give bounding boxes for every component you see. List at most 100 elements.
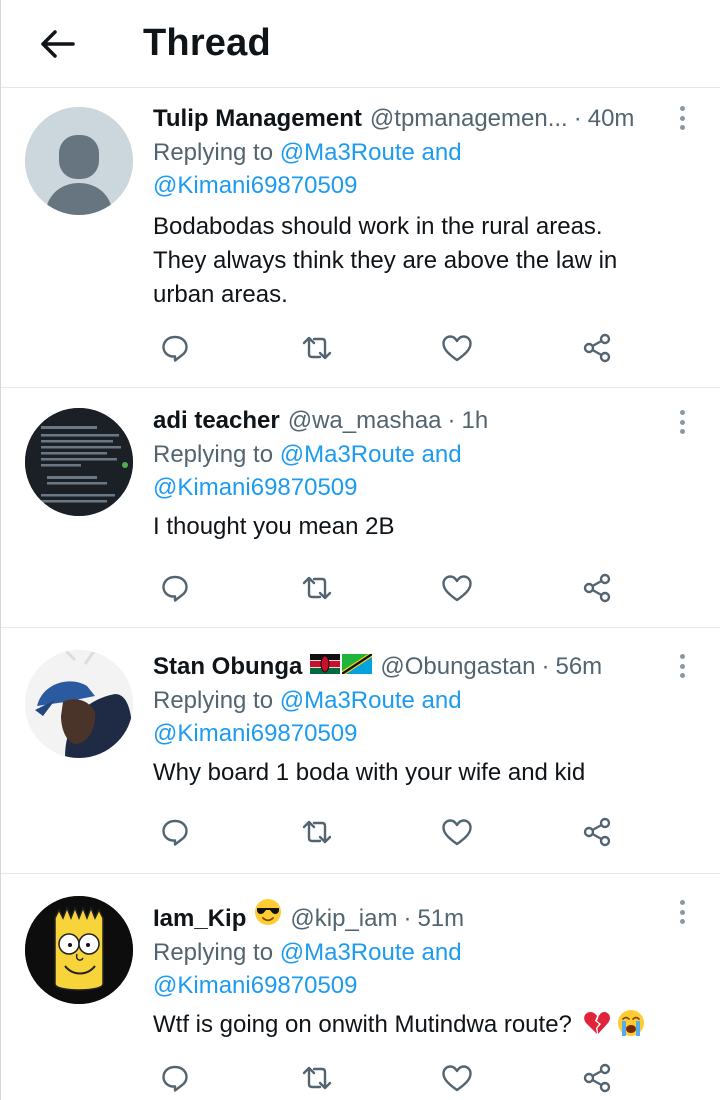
tweet-actions [1, 568, 720, 608]
replying-to: Replying to @Ma3Route and @Kimani6987050… [153, 684, 700, 750]
share-icon [583, 817, 611, 847]
retweet-icon [302, 576, 332, 600]
mention-and[interactable]: and [422, 441, 462, 468]
retweet-icon [302, 336, 332, 360]
cartoon-avatar-image [25, 896, 133, 1004]
avatar[interactable] [25, 408, 133, 516]
display-name[interactable]: Iam_Kip [153, 904, 246, 934]
retweet-button[interactable] [297, 568, 337, 608]
mention-and[interactable]: and [422, 687, 462, 714]
display-name[interactable]: Tulip Management [153, 104, 362, 134]
tweet-meta: Tulip Management @tpmanagemen... · 40m [153, 104, 700, 134]
tweet-meta: Stan Obunga @Obungastan · 56m [153, 652, 700, 682]
screenshot-avatar-image [25, 408, 133, 516]
reply-icon [162, 335, 188, 362]
reply-button[interactable] [155, 568, 195, 608]
mention-link[interactable]: @Kimani69870509 [153, 172, 358, 199]
display-name[interactable]: Stan Obunga [153, 652, 302, 682]
tweet-content: Tulip Management @tpmanagemen... · 40m R… [153, 104, 700, 312]
tweet-text-line: Why board 1 boda with your wife and kid [153, 759, 586, 786]
mention-link[interactable]: @Kimani69870509 [153, 972, 358, 999]
separator-dot: · [541, 653, 550, 680]
reply-button[interactable] [155, 328, 195, 368]
tweet-text-line: Wtf is going on onwith Mutindwa route? [153, 1011, 572, 1038]
tweet-actions [1, 1058, 720, 1098]
tweet-text: Wtf is going on onwith Mutindwa route? [153, 1008, 700, 1042]
tweet-content: adi teacher @wa_mashaa · 1h Replying to … [153, 406, 700, 544]
share-button[interactable] [577, 328, 617, 368]
tweet-text-line: I thought you mean 2B [153, 513, 395, 540]
replying-prefix: Replying to [153, 139, 274, 166]
share-icon [583, 573, 611, 603]
mention-link[interactable]: @Ma3Route [280, 687, 415, 714]
page-title: Thread [143, 22, 271, 64]
mention-link[interactable]: @Ma3Route [280, 139, 415, 166]
like-button[interactable] [437, 1058, 477, 1098]
replying-to: Replying to @Ma3Route and @Kimani6987050… [153, 438, 700, 504]
separator-dot: · [403, 905, 412, 932]
tweet-meta: Iam_Kip @kip_iam · 51m [153, 898, 700, 934]
timestamp[interactable]: 1h [462, 406, 489, 436]
replying-prefix: Replying to [153, 939, 274, 966]
share-icon [583, 1063, 611, 1093]
reply-icon [162, 819, 188, 846]
share-icon [583, 333, 611, 363]
reply-icon [162, 575, 188, 602]
arrow-left-icon [41, 29, 75, 58]
replying-to: Replying to @Ma3Route and @Kimani6987050… [153, 136, 700, 202]
mention-link[interactable]: @Ma3Route [280, 441, 415, 468]
separator-dot: · [573, 105, 582, 132]
mention-and[interactable]: and [422, 939, 462, 966]
tweet-actions [1, 812, 720, 852]
share-button[interactable] [577, 812, 617, 852]
replying-to: Replying to @Ma3Route and @Kimani6987050… [153, 936, 700, 1002]
share-button[interactable] [577, 1058, 617, 1098]
sunglasses-emoji-icon [255, 899, 282, 925]
timestamp[interactable]: 40m [588, 104, 635, 134]
tweet-text-line: They always think they are above the law… [153, 247, 618, 274]
retweet-icon [302, 820, 332, 844]
share-button[interactable] [577, 568, 617, 608]
back-button[interactable] [37, 24, 77, 64]
thread-page: Thread Tulip Management @tpmanagemen... … [0, 0, 720, 1100]
reply-button[interactable] [155, 1058, 195, 1098]
mention-link[interactable]: @Kimani69870509 [153, 720, 358, 747]
heart-icon [442, 819, 472, 846]
tweet-content: Iam_Kip @kip_iam · 51m Replying to @Ma3R… [153, 898, 700, 1042]
heart-icon [442, 575, 472, 602]
separator-dot: · [447, 407, 456, 434]
avatar[interactable] [25, 107, 133, 215]
reply-button[interactable] [155, 812, 195, 852]
tanzania-flag-icon [342, 654, 373, 674]
retweet-button[interactable] [297, 812, 337, 852]
retweet-button[interactable] [297, 328, 337, 368]
replying-prefix: Replying to [153, 441, 274, 468]
avatar[interactable] [25, 896, 133, 1004]
timestamp[interactable]: 56m [555, 652, 602, 682]
thread-header: Thread [1, 0, 720, 88]
mention-link[interactable]: @Kimani69870509 [153, 474, 358, 501]
avatar[interactable] [25, 650, 133, 758]
retweet-button[interactable] [297, 1058, 337, 1098]
tweet-content: Stan Obunga @Obungastan · 56m Replying t… [153, 652, 700, 790]
user-handle[interactable]: @tpmanagemen... [370, 104, 568, 134]
reply-icon [162, 1065, 188, 1092]
mention-and[interactable]: and [422, 139, 462, 166]
tweet-text: I thought you mean 2B [153, 510, 700, 544]
heart-icon [442, 335, 472, 362]
tweet-actions [1, 328, 720, 368]
timestamp[interactable]: 51m [417, 904, 464, 934]
tweet-text: Bodabodas should work in the rural areas… [153, 210, 700, 312]
display-name[interactable]: adi teacher [153, 406, 280, 436]
mention-link[interactable]: @Ma3Route [280, 939, 415, 966]
like-button[interactable] [437, 568, 477, 608]
heart-icon [442, 1065, 472, 1092]
user-handle[interactable]: @Obungastan [380, 652, 535, 682]
replying-prefix: Replying to [153, 687, 274, 714]
user-handle[interactable]: @kip_iam [290, 904, 397, 934]
like-button[interactable] [437, 328, 477, 368]
tweet-text: Why board 1 boda with your wife and kid [153, 756, 700, 790]
crying-face-emoji-icon [618, 1010, 645, 1036]
like-button[interactable] [437, 812, 477, 852]
user-handle[interactable]: @wa_mashaa [288, 406, 442, 436]
